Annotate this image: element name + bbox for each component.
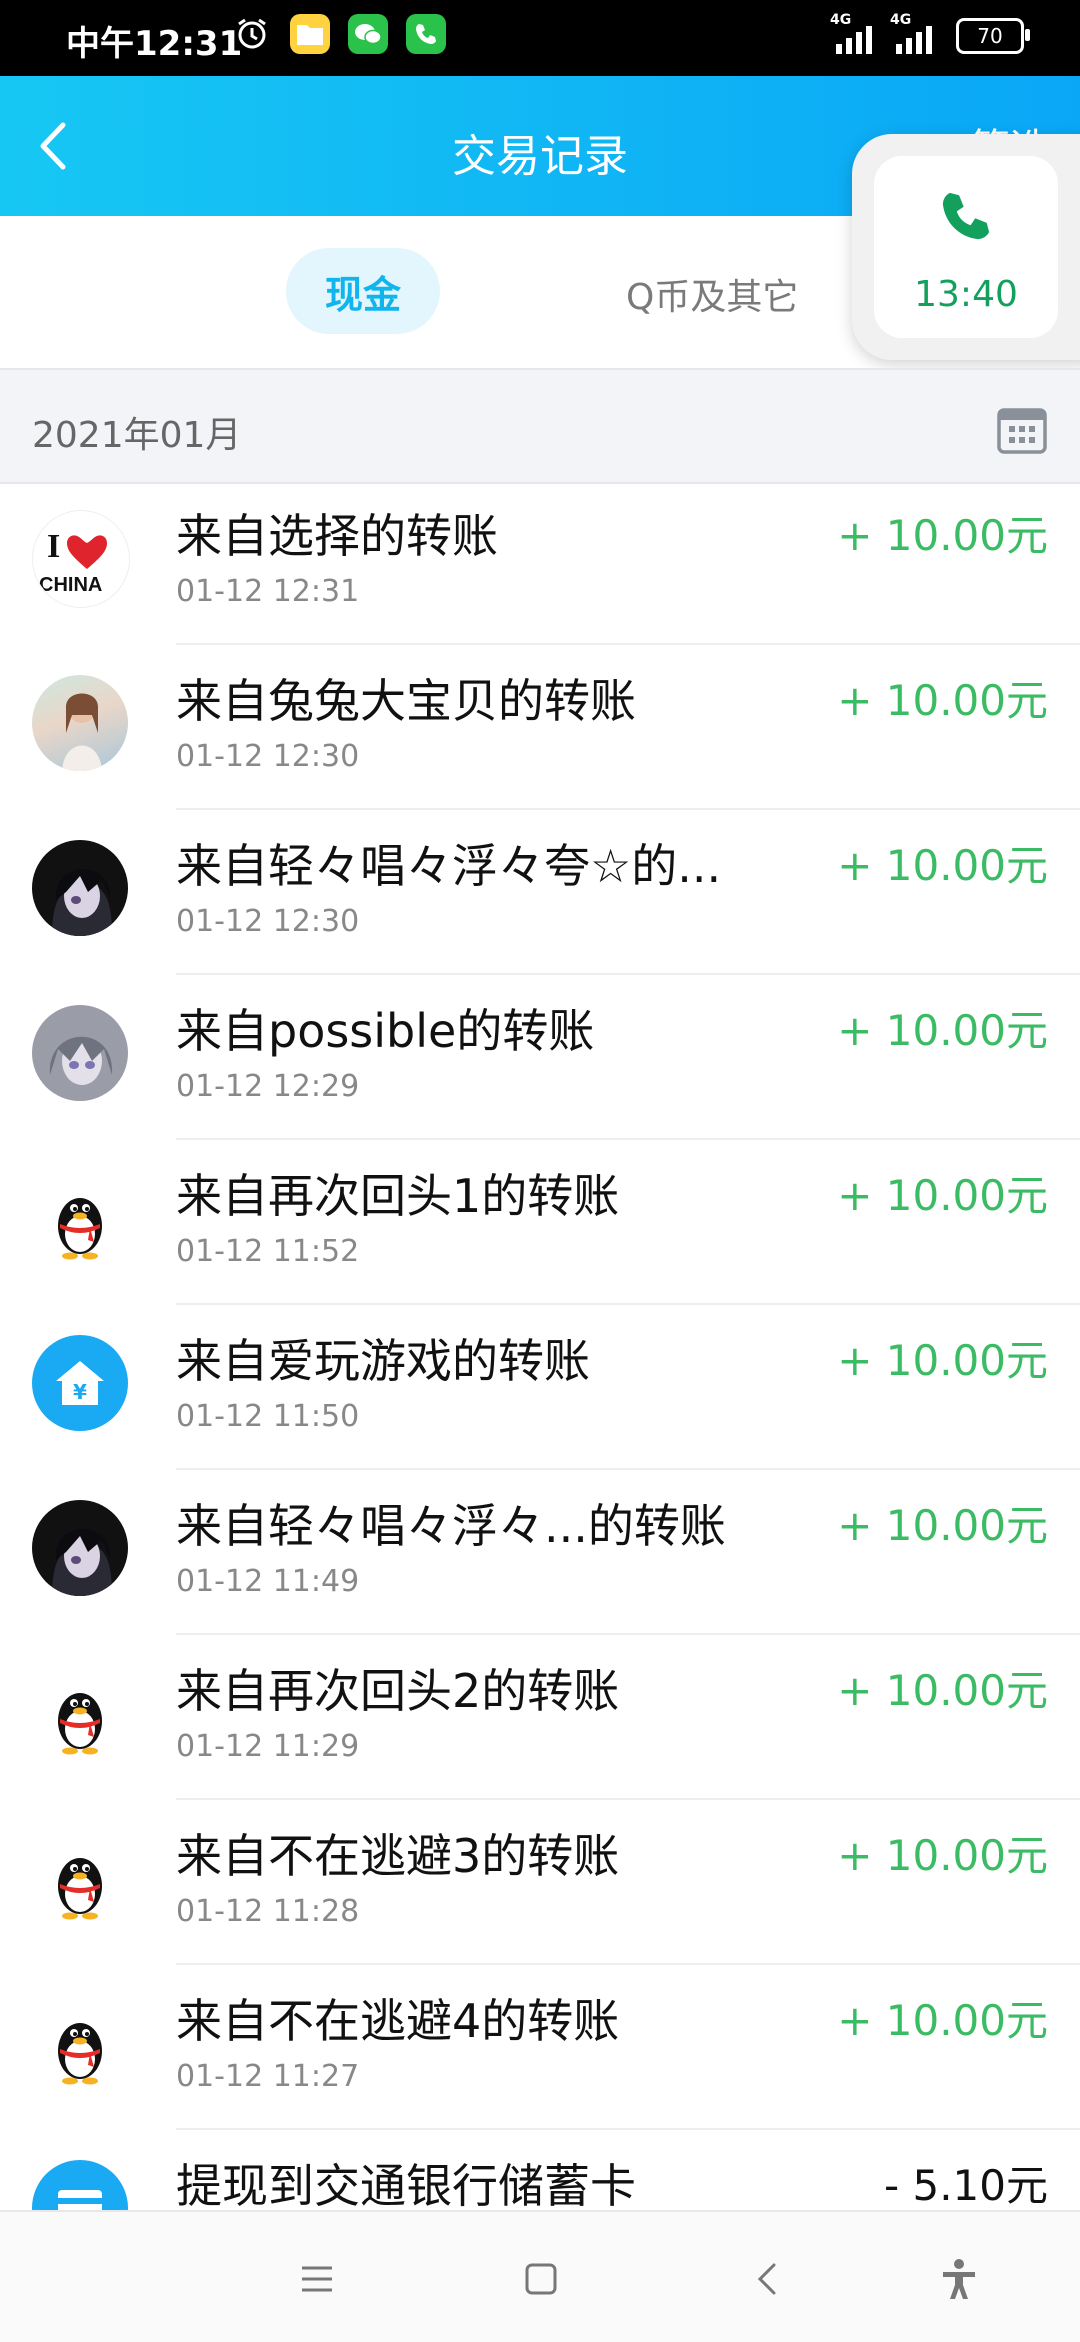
phone-app-icon	[406, 14, 446, 54]
menu-icon[interactable]	[292, 2254, 342, 2304]
signal-icon: 4G	[890, 12, 932, 54]
signal-icon: 4G	[830, 12, 872, 54]
tab-cash[interactable]: 现金	[286, 248, 440, 334]
wechat-icon	[348, 14, 388, 54]
transaction-title: 提现到交通银行储蓄卡	[176, 2159, 636, 2213]
qq-penguin-icon	[32, 1665, 128, 1761]
transaction-time: 01-12 12:30	[176, 904, 360, 939]
avatar	[32, 1005, 128, 1101]
call-card[interactable]: 13:40	[874, 156, 1058, 338]
accessibility-icon[interactable]	[934, 2254, 984, 2304]
transaction-time: 01-12 11:28	[176, 1894, 360, 1929]
qq-penguin-icon	[32, 1170, 128, 1266]
avatar: I CHINA	[32, 510, 130, 608]
transaction-amount: + 10.00元	[837, 1831, 1048, 1880]
alarm-icon	[232, 14, 272, 54]
transaction-amount: + 10.00元	[837, 1006, 1048, 1055]
transaction-amount: + 10.00元	[837, 841, 1048, 890]
qq-penguin-icon	[32, 1830, 128, 1926]
transaction-time: 01-12 11:50	[176, 1399, 360, 1434]
transaction-amount: + 10.00元	[837, 511, 1048, 560]
transaction-row[interactable]: 来自再次回头2的转账 01-12 11:29 + 10.00元	[0, 1635, 1080, 1800]
month-header: 2021年01月	[0, 368, 1080, 484]
status-time: 中午12:31	[66, 24, 243, 64]
transaction-time: 01-12 11:29	[176, 1729, 360, 1764]
transaction-row[interactable]: 来自不在逃避4的转账 01-12 11:27 + 10.00元	[0, 1965, 1080, 2130]
transaction-amount: + 10.00元	[837, 1171, 1048, 1220]
transaction-row[interactable]: ¥ 来自爱玩游戏的转账 01-12 11:50 + 10.00元	[0, 1305, 1080, 1470]
back-triangle-icon[interactable]	[742, 2254, 792, 2304]
transaction-title: 来自轻々唱々浮々夸☆的...	[176, 839, 722, 893]
home-square-icon[interactable]	[516, 2254, 566, 2304]
transaction-amount: + 10.00元	[837, 1666, 1048, 1715]
yuan-house-icon: ¥	[32, 1335, 128, 1431]
transaction-row[interactable]: 来自轻々唱々浮々夸☆的... 01-12 12:30 + 10.00元	[0, 810, 1080, 975]
svg-text:I: I	[47, 528, 60, 565]
transaction-row[interactable]: 来自兔兔大宝贝的转账 01-12 12:30 + 10.00元	[0, 645, 1080, 810]
transaction-amount: + 10.00元	[837, 1501, 1048, 1550]
qq-penguin-icon	[32, 1995, 128, 2091]
transaction-title: 来自possible的转账	[176, 1004, 595, 1058]
phone-icon	[942, 192, 990, 240]
avatar	[32, 675, 128, 771]
transaction-title: 来自不在逃避4的转账	[176, 1994, 620, 2048]
folder-app-icon	[290, 14, 330, 54]
transaction-row[interactable]: 来自possible的转账 01-12 12:29 + 10.00元	[0, 975, 1080, 1140]
transaction-time: 01-12 12:31	[176, 574, 360, 609]
system-nav-bar	[0, 2210, 1080, 2342]
transaction-title: 来自选择的转账	[176, 509, 498, 563]
battery-level: 70	[977, 24, 1003, 48]
status-bar: 中午12:31 4G 4G 70	[0, 0, 1080, 76]
svg-text:¥: ¥	[73, 1380, 87, 1404]
avatar	[32, 840, 128, 936]
status-notification-icons	[232, 14, 446, 54]
svg-text:CHINA: CHINA	[39, 574, 102, 596]
transaction-title: 来自不在逃避3的转账	[176, 1829, 620, 1883]
month-label: 2021年01月	[32, 415, 242, 456]
call-duration: 13:40	[914, 274, 1018, 315]
floating-call-bubble[interactable]: 13:40	[852, 134, 1080, 360]
transaction-list: I CHINA 来自选择的转账 01-12 12:31 + 10.00元 来自兔…	[0, 480, 1080, 2295]
transaction-amount: + 10.00元	[837, 676, 1048, 725]
calendar-icon[interactable]	[996, 404, 1048, 460]
transaction-row[interactable]: 来自轻々唱々浮々...的转账 01-12 11:49 + 10.00元	[0, 1470, 1080, 1635]
transaction-time: 01-12 12:30	[176, 739, 360, 774]
tab-qcoin[interactable]: Q币及其它	[626, 268, 798, 320]
transaction-title: 来自再次回头1的转账	[176, 1169, 620, 1223]
transaction-row[interactable]: 来自不在逃避3的转账 01-12 11:28 + 10.00元	[0, 1800, 1080, 1965]
transaction-amount: - 5.10元	[883, 2161, 1048, 2210]
transaction-time: 01-12 11:52	[176, 1234, 360, 1269]
transaction-time: 01-12 11:27	[176, 2059, 360, 2094]
avatar	[32, 1500, 128, 1596]
transaction-amount: + 10.00元	[837, 1996, 1048, 2045]
transaction-time: 01-12 11:49	[176, 1564, 360, 1599]
network-type-label: 4G	[890, 12, 912, 28]
transaction-title: 来自轻々唱々浮々...的转账	[176, 1499, 726, 1553]
network-type-label: 4G	[830, 12, 852, 28]
battery-icon: 70	[956, 18, 1030, 54]
transaction-title: 来自再次回头2的转账	[176, 1664, 620, 1718]
transaction-title: 来自兔兔大宝贝的转账	[176, 674, 636, 728]
transaction-amount: + 10.00元	[837, 1336, 1048, 1385]
transaction-time: 01-12 12:29	[176, 1069, 360, 1104]
transaction-title: 来自爱玩游戏的转账	[176, 1334, 590, 1388]
transaction-row[interactable]: I CHINA 来自选择的转账 01-12 12:31 + 10.00元	[0, 480, 1080, 645]
transaction-row[interactable]: 来自再次回头1的转账 01-12 11:52 + 10.00元	[0, 1140, 1080, 1305]
